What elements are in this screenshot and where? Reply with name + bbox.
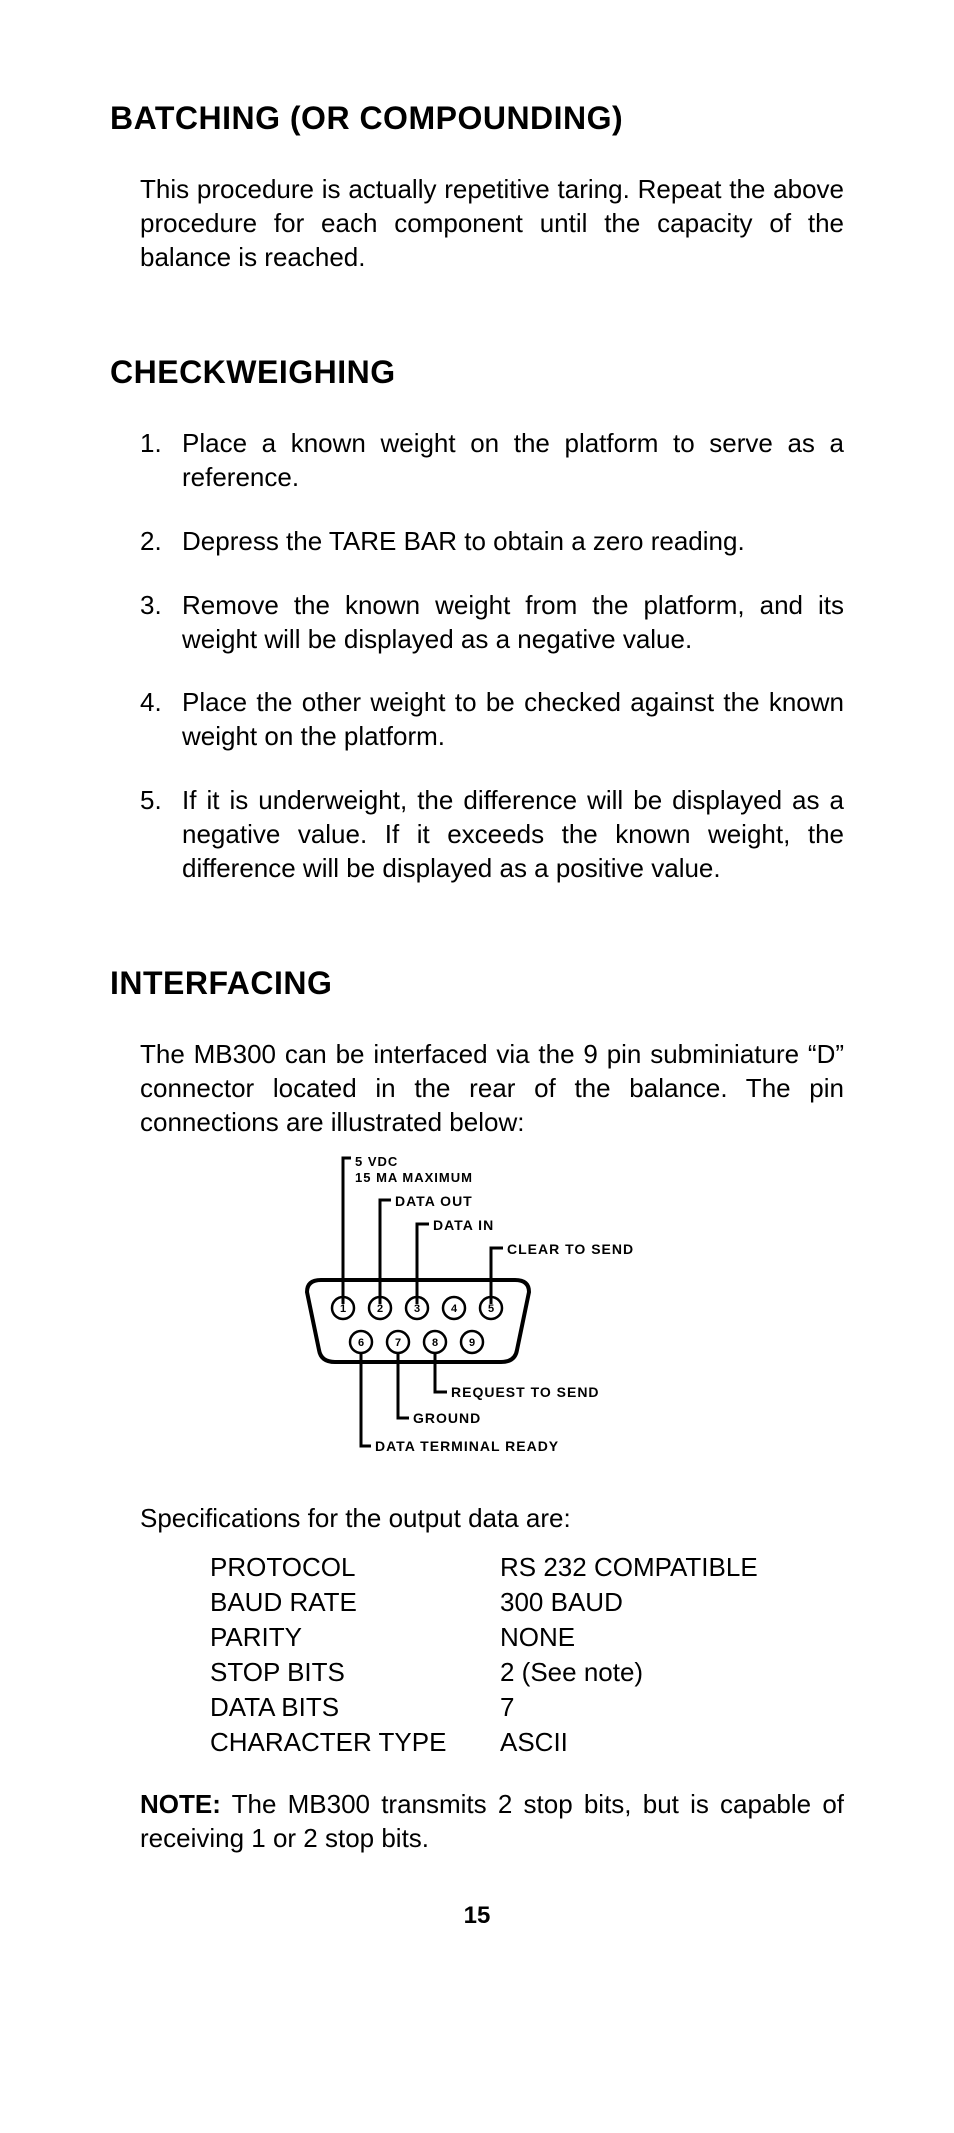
svg-text:6: 6 — [358, 1337, 364, 1349]
heading-checkweighing: CHECKWEIGHING — [110, 354, 844, 391]
section-interfacing: INTERFACING The MB300 can be interfaced … — [110, 965, 844, 1855]
svg-text:9: 9 — [469, 1337, 475, 1349]
pin7-label: GROUND — [413, 1410, 481, 1426]
table-row: PROTOCOL RS 232 COMPATIBLE — [210, 1550, 844, 1585]
svg-text:7: 7 — [395, 1337, 401, 1349]
svg-text:3: 3 — [414, 1303, 420, 1315]
table-row: DATA BITS 7 — [210, 1690, 844, 1725]
note-paragraph: NOTE: The MB300 transmits 2 stop bits, b… — [140, 1788, 844, 1856]
pin5-label: CLEAR TO SEND — [507, 1241, 634, 1257]
pin-6: 6 — [350, 1331, 372, 1353]
spec-intro: Specifications for the output data are: — [140, 1502, 844, 1536]
list-item: Remove the known weight from the platfor… — [140, 589, 844, 657]
pin-8: 8 — [424, 1331, 446, 1353]
spec-value: 7 — [500, 1690, 844, 1725]
list-item: Depress the TARE BAR to obtain a zero re… — [140, 525, 844, 559]
pin6-label: DATA TERMINAL READY — [375, 1438, 559, 1454]
pin1-label-a: 5 VDC — [355, 1154, 398, 1169]
svg-text:5: 5 — [488, 1303, 494, 1315]
interfacing-paragraph: The MB300 can be interfaced via the 9 pi… — [140, 1038, 844, 1139]
note-label: NOTE: — [140, 1789, 221, 1819]
spec-key: PARITY — [210, 1620, 500, 1655]
spec-value: 2 (See note) — [500, 1655, 844, 1690]
list-item: Place a known weight on the platform to … — [140, 427, 844, 495]
spec-value: ASCII — [500, 1725, 844, 1760]
pin8-label: REQUEST TO SEND — [451, 1384, 600, 1400]
spec-key: PROTOCOL — [210, 1550, 500, 1585]
table-row: CHARACTER TYPE ASCII — [210, 1725, 844, 1760]
pin1-label-b: 15 MA MAXIMUM — [355, 1170, 473, 1185]
svg-text:2: 2 — [377, 1303, 383, 1315]
document-page: BATCHING (OR COMPOUNDING) This procedure… — [0, 0, 954, 2010]
page-number: 15 — [110, 1902, 844, 1930]
checkweighing-steps: Place a known weight on the platform to … — [140, 427, 844, 885]
spec-value: 300 BAUD — [500, 1585, 844, 1620]
heading-interfacing: INTERFACING — [110, 965, 844, 1002]
pin-9: 9 — [461, 1331, 483, 1353]
spec-value: NONE — [500, 1620, 844, 1655]
section-batching: BATCHING (OR COMPOUNDING) This procedure… — [110, 100, 844, 274]
svg-text:1: 1 — [340, 1303, 346, 1315]
list-item: If it is underweight, the difference wil… — [140, 784, 844, 885]
pin2-label: DATA OUT — [395, 1193, 473, 1209]
spec-key: BAUD RATE — [210, 1585, 500, 1620]
table-row: PARITY NONE — [210, 1620, 844, 1655]
pin-4: 4 — [443, 1297, 465, 1319]
table-row: STOP BITS 2 (See note) — [210, 1655, 844, 1690]
batching-paragraph: This procedure is actually repetitive ta… — [140, 173, 844, 274]
spec-key: CHARACTER TYPE — [210, 1725, 500, 1760]
spec-value: RS 232 COMPATIBLE — [500, 1550, 844, 1585]
connector-diagram: 5 VDC 15 MA MAXIMUM DATA OUT DATA IN CLE… — [110, 1152, 844, 1462]
table-row: BAUD RATE 300 BAUD — [210, 1585, 844, 1620]
pin3-label: DATA IN — [433, 1217, 494, 1233]
pin-7: 7 — [387, 1331, 409, 1353]
svg-text:4: 4 — [451, 1303, 458, 1315]
note-body: The MB300 transmits 2 stop bits, but is … — [140, 1789, 844, 1853]
heading-batching: BATCHING (OR COMPOUNDING) — [110, 100, 844, 137]
spec-key: STOP BITS — [210, 1655, 500, 1690]
spec-key: DATA BITS — [210, 1690, 500, 1725]
section-checkweighing: CHECKWEIGHING Place a known weight on th… — [110, 354, 844, 885]
svg-text:8: 8 — [432, 1337, 438, 1349]
spec-table: PROTOCOL RS 232 COMPATIBLE BAUD RATE 300… — [210, 1550, 844, 1761]
list-item: Place the other weight to be checked aga… — [140, 686, 844, 754]
